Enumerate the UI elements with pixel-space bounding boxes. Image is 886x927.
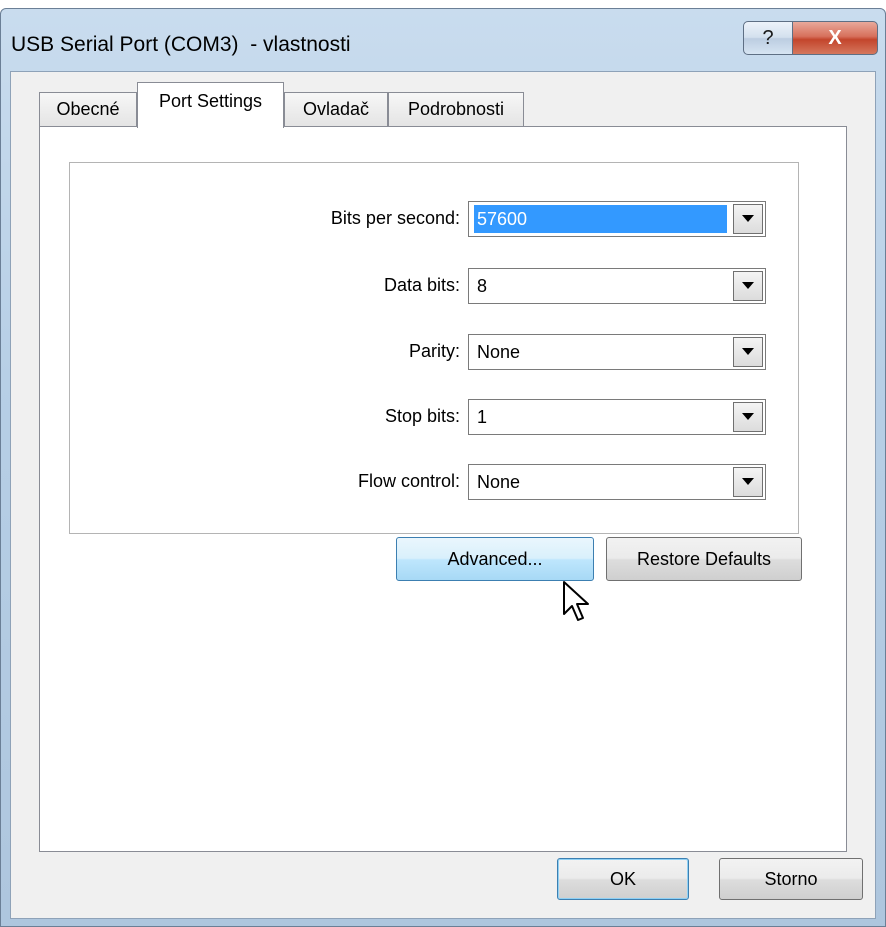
data-bits-value: 8 [477,276,488,296]
chevron-down-icon [742,282,754,289]
properties-dialog: USB Serial Port (COM3) - vlastnosti ? X … [0,8,886,927]
flow-control-value: None [477,472,521,492]
dialog-client-area: Obecné Port Settings Ovladač Podrobnosti… [10,71,876,919]
title-bar[interactable]: USB Serial Port (COM3) - vlastnosti ? X [1,9,885,71]
stop-bits-label: Stop bits: [384,406,460,426]
parity-label: Parity: [408,341,460,361]
bits-per-second-combo[interactable]: 57600 [468,201,766,237]
bits-per-second-label: Bits per second: [330,208,460,228]
mouse-pointer-icon [563,581,589,621]
tab-ovladac[interactable]: Ovladač [284,92,388,126]
chevron-down-icon [742,348,754,355]
data-bits-dropdown-button[interactable] [733,271,763,301]
cancel-button[interactable]: Storno [719,858,863,900]
bits-per-second-value: 57600 [474,205,727,233]
stop-bits-dropdown-button[interactable] [733,402,763,432]
tab-obecne[interactable]: Obecné [39,92,137,126]
stop-bits-value: 1 [477,407,488,427]
help-button[interactable]: ? [743,21,793,55]
bits-per-second-dropdown-button[interactable] [733,204,763,234]
data-bits-label: Data bits: [383,275,460,295]
port-settings-panel: Bits per second: 57600 Data bits: 8 Pari… [39,126,847,852]
chevron-down-icon [742,215,754,222]
restore-defaults-button[interactable]: Restore Defaults [606,537,802,581]
close-icon: X [828,26,842,49]
chevron-down-icon [742,413,754,420]
flow-control-label: Flow control: [357,471,460,491]
parity-value: None [477,342,521,362]
window-title: USB Serial Port (COM3) - vlastnosti [11,33,351,56]
flow-control-combo[interactable]: None [468,464,766,500]
tab-podrobnosti[interactable]: Podrobnosti [388,92,524,126]
tab-port-settings[interactable]: Port Settings [137,82,284,128]
parity-combo[interactable]: None [468,334,766,370]
close-button[interactable]: X [792,21,878,55]
parity-dropdown-button[interactable] [733,337,763,367]
stop-bits-combo[interactable]: 1 [468,399,766,435]
help-icon: ? [762,26,774,49]
chevron-down-icon [742,478,754,485]
advanced-button[interactable]: Advanced... [396,537,594,581]
data-bits-combo[interactable]: 8 [468,268,766,304]
flow-control-dropdown-button[interactable] [733,467,763,497]
port-settings-group: Bits per second: 57600 Data bits: 8 Pari… [69,162,799,534]
ok-button[interactable]: OK [557,858,689,900]
